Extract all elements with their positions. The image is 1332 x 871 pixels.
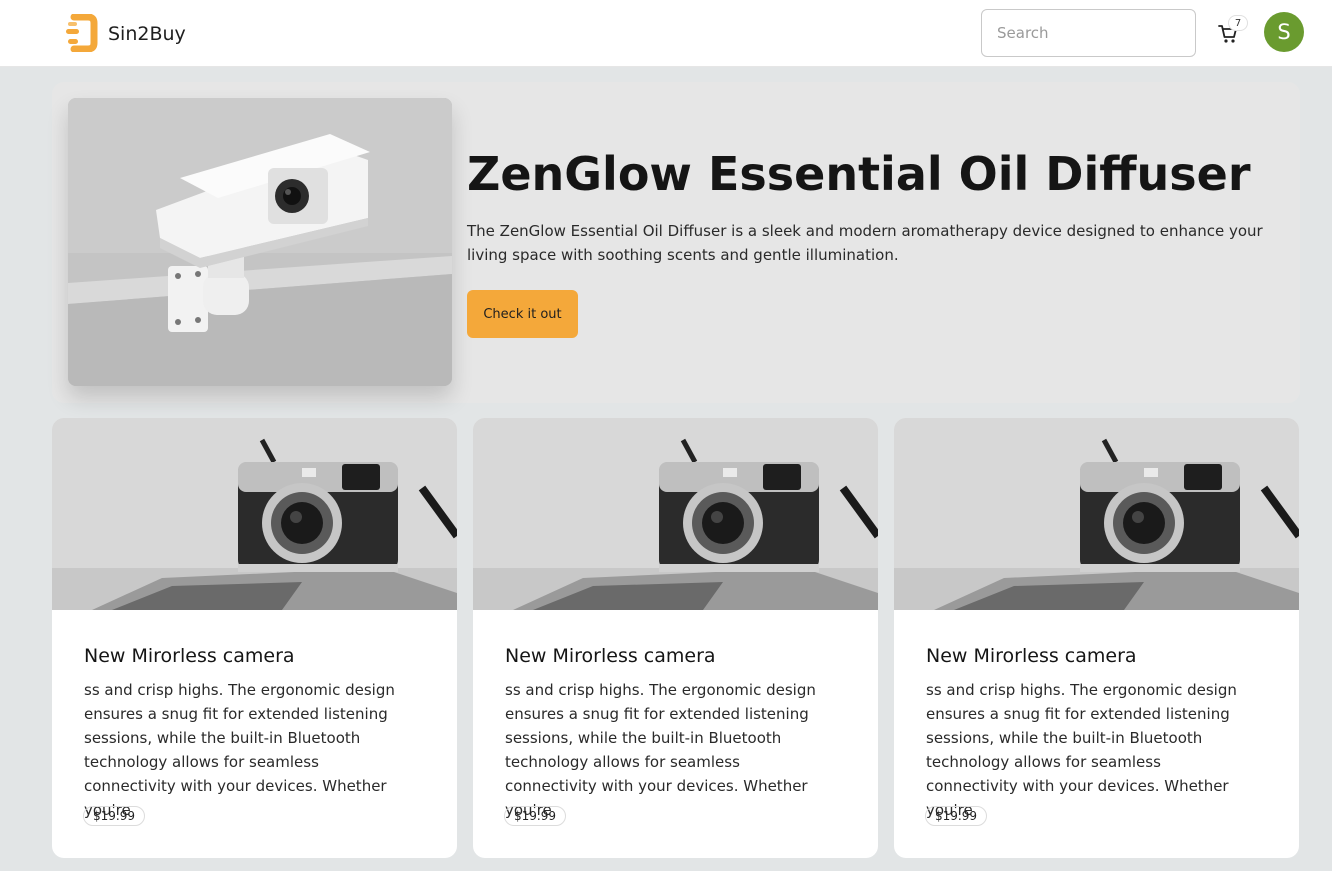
featured-product-image — [68, 98, 452, 386]
brand-name[interactable]: Sin2Buy — [108, 23, 186, 45]
product-title[interactable]: New Mirorless camera — [84, 645, 295, 667]
featured-product-banner: ZenGlow Essential Oil Diffuser The ZenGl… — [52, 82, 1300, 403]
camera-icon — [894, 418, 1299, 610]
featured-product-description: The ZenGlow Essential Oil Diffuser is a … — [467, 222, 1263, 264]
product-description: ss and crisp highs. The ergonomic design… — [505, 681, 816, 819]
camera-icon — [52, 418, 457, 610]
product-card[interactable]: New Mirorless camera ss and crisp highs.… — [473, 418, 878, 858]
cart-count-badge: 7 — [1228, 15, 1248, 31]
search-input[interactable] — [981, 9, 1196, 57]
logo-icon[interactable] — [64, 13, 98, 53]
product-card[interactable]: New Mirorless camera ss and crisp highs.… — [52, 418, 457, 858]
featured-product-title: ZenGlow Essential Oil Diffuser — [467, 147, 1251, 201]
product-description: ss and crisp highs. The ergonomic design… — [84, 681, 395, 819]
product-card[interactable]: New Mirorless camera ss and crisp highs.… — [894, 418, 1299, 858]
check-it-out-button[interactable]: Check it out — [467, 290, 578, 338]
camera-icon — [473, 418, 878, 610]
product-title[interactable]: New Mirorless camera — [926, 645, 1137, 667]
top-navigation: Sin2Buy 7 S — [0, 0, 1332, 67]
product-image — [473, 418, 878, 610]
price-badge: $19.99 — [925, 806, 987, 826]
product-image — [52, 418, 457, 610]
price-badge: $19.99 — [504, 806, 566, 826]
product-description: ss and crisp highs. The ergonomic design… — [926, 681, 1237, 819]
product-title[interactable]: New Mirorless camera — [505, 645, 716, 667]
user-avatar[interactable]: S — [1264, 12, 1304, 52]
security-camera-icon — [68, 98, 452, 386]
price-badge: $19.99 — [83, 806, 145, 826]
product-image — [894, 418, 1299, 610]
